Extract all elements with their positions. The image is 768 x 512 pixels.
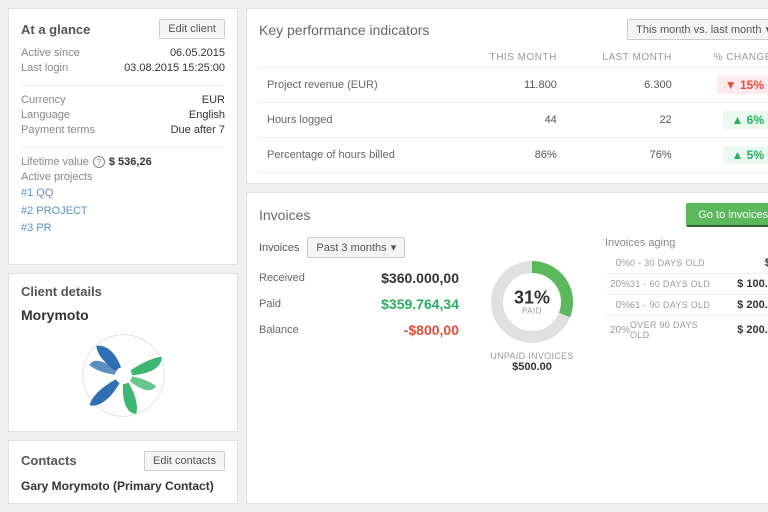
kpi-change-1: ▲ 6% [680,103,768,138]
kpi-period-label: This month vs. last month [636,24,761,36]
contacts-title: Contacts [21,453,77,468]
contact-name: Gary Morymoto (Primary Contact) [21,479,225,493]
kpi-col-label [259,48,453,68]
edit-contacts-button[interactable]: Edit contacts [144,451,225,471]
kpi-change-0: ▼ 15% [680,68,768,103]
donut-section: 31% PAID UNPAID INVOICES $500.00 [467,237,597,373]
help-icon[interactable]: ? [93,156,105,168]
at-a-glance-card: At a glance Edit client Active since 06.… [8,8,238,265]
kpi-table: THIS MONTH LAST MONTH % CHANGE Project r… [259,48,768,173]
received-label: Received [259,272,305,284]
invoice-period-dropdown[interactable]: Past 3 months ▾ [307,237,405,258]
project-link-1[interactable]: #1 QQ [21,185,225,203]
invoices-title: Invoices [259,207,310,223]
right-panel: Key performance indicators This month vs… [246,8,768,504]
language-label: Language [21,109,111,121]
active-projects-label: Active projects [21,171,225,183]
invoices-card: Invoices Go to invoices Invoices Past 3 … [246,192,768,504]
last-login-value: 03.08.2015 15:25:00 [111,62,225,74]
invoice-received-row: Received $360.000,00 [259,270,459,286]
active-since-value: 06.05.2015 [111,47,225,59]
projects-list: #1 QQ #2 PROJECT #3 PR [21,185,225,238]
go-to-invoices-button[interactable]: Go to invoices [686,203,768,227]
aging-value-3: $ 200.00 [720,324,768,336]
kpi-this-month-0: 11.800 [453,68,565,103]
aging-percent-1: 20% [605,279,630,290]
kpi-last-month-1: 22 [565,103,680,138]
language-value: English [111,109,225,121]
kpi-col-last-month: LAST MONTH [565,48,680,68]
aging-row-0: 0% 0 - 30 DAYS OLD $ 0 [605,257,768,269]
aging-value-2: $ 200.00 [720,299,768,311]
client-logo [78,331,168,421]
contacts-card: Contacts Edit contacts Gary Morymoto (Pr… [8,440,238,504]
donut-chart: 31% PAID [487,257,577,347]
aging-value-1: $ 100.00 [720,278,768,290]
aging-percent-0: 0% [605,258,630,269]
kpi-last-month-2: 76% [565,138,680,173]
kpi-this-month-1: 44 [453,103,565,138]
aging-row-2: 0% 61 - 90 DAYS OLD $ 200.00 [605,299,768,311]
project-link-3[interactable]: #3 PR [21,220,225,238]
kpi-row-label-0: Project revenue (EUR) [259,68,453,103]
kpi-col-change: % CHANGE [680,48,768,68]
kpi-row-label-2: Percentage of hours billed [259,138,453,173]
client-details-card: Client details Morymoto [8,273,238,432]
aging-percent-2: 0% [605,300,630,311]
currency-label: Currency [21,94,111,106]
balance-label: Balance [259,324,299,336]
kpi-card: Key performance indicators This month vs… [246,8,768,184]
last-login-label: Last login [21,62,111,74]
client-details-title: Client details [21,284,225,299]
paid-label: Paid [259,298,281,310]
project-link-2[interactable]: #2 PROJECT [21,203,225,221]
payment-terms-value: Due after 7 [111,124,225,136]
aging-row-1: 20% 31 - 60 DAYS OLD $ 100.00 [605,278,768,290]
kpi-row-label-1: Hours logged [259,103,453,138]
change-badge-2: ▲ 5% [723,146,768,164]
invoice-paid-row: Paid $359.764,34 [259,296,459,312]
aging-label-0: 0 - 30 DAYS OLD [630,258,720,268]
lifetime-label: Lifetime value [21,156,89,168]
invoices-amounts: Invoices Past 3 months ▾ Received $360.0… [259,237,459,373]
aging-label-1: 31 - 60 DAYS OLD [630,279,720,289]
aging-label-3: OVER 90 DAYS OLD [630,320,720,340]
main-container: At a glance Edit client Active since 06.… [0,0,768,512]
invoice-period-label: Past 3 months [316,242,386,254]
client-name: Morymoto [21,307,225,323]
active-since-label: Active since [21,47,111,59]
donut-percent: 31% [514,289,550,307]
change-badge-0: ▼ 15% [717,76,768,94]
unpaid-label: UNPAID INVOICES [490,351,573,361]
balance-value: -$800,00 [404,322,459,338]
change-badge-1: ▲ 6% [723,111,768,129]
payment-terms-label: Payment terms [21,124,111,136]
invoice-dropdown-icon: ▾ [391,241,397,254]
aging-section: Invoices aging 0% 0 - 30 DAYS OLD $ 0 20… [605,237,768,373]
kpi-period-dropdown[interactable]: This month vs. last month ▾ [627,19,768,40]
currency-value: EUR [111,94,225,106]
kpi-last-month-0: 6.300 [565,68,680,103]
aging-row-3: 20% OVER 90 DAYS OLD $ 200.00 [605,320,768,340]
aging-value-0: $ 0 [720,257,768,269]
unpaid-value: $500.00 [512,361,552,373]
kpi-col-this-month: THIS MONTH [453,48,565,68]
aging-label-2: 61 - 90 DAYS OLD [630,300,720,310]
donut-label: PAID [514,307,550,316]
paid-value: $359.764,34 [381,296,459,312]
kpi-title: Key performance indicators [259,22,429,38]
received-value: $360.000,00 [381,270,459,286]
kpi-change-2: ▲ 5% [680,138,768,173]
lifetime-value: $ 536,26 [109,156,152,168]
invoice-filter-label: Invoices [259,242,299,254]
at-a-glance-title: At a glance [21,22,90,37]
edit-client-button[interactable]: Edit client [159,19,225,39]
left-panel: At a glance Edit client Active since 06.… [8,8,238,504]
aging-percent-3: 20% [605,325,630,336]
aging-title: Invoices aging [605,237,768,249]
invoice-balance-row: Balance -$800,00 [259,322,459,338]
kpi-this-month-2: 86% [453,138,565,173]
